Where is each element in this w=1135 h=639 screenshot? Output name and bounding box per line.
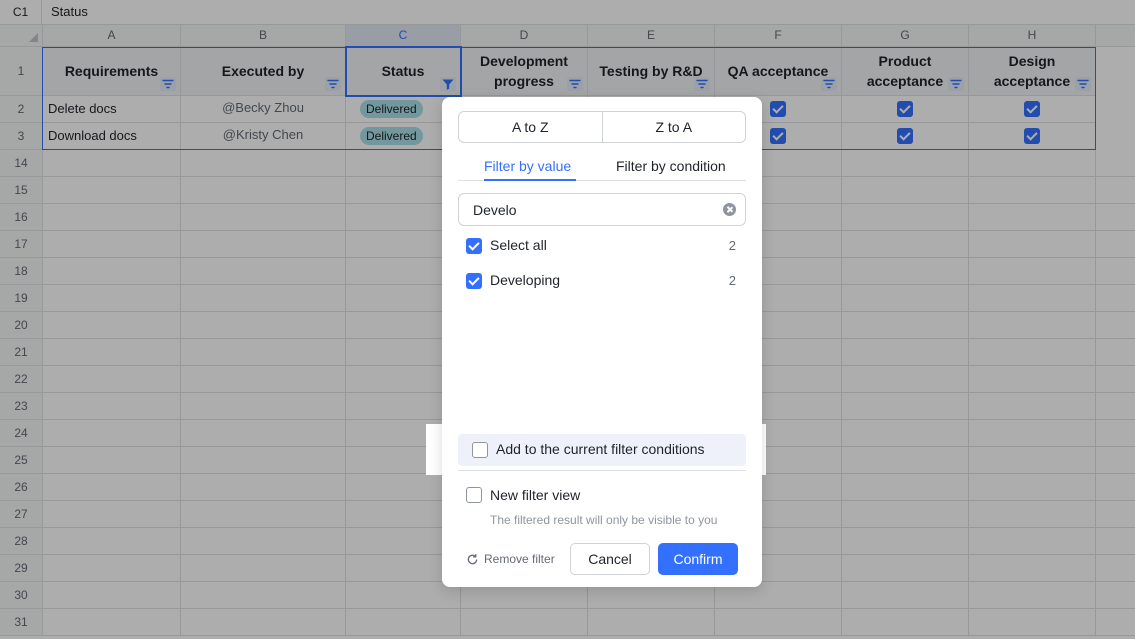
clear-icon[interactable] xyxy=(723,203,736,216)
filter-search-input[interactable] xyxy=(473,200,713,220)
checkbox-unchecked[interactable] xyxy=(472,442,488,458)
tab-filter-by-value[interactable]: Filter by value xyxy=(484,157,571,175)
sort-descending-button[interactable]: Z to A xyxy=(603,112,746,142)
filter-panel: A to Z Z to A Filter by value Filter by … xyxy=(442,97,762,587)
filter-search-field[interactable] xyxy=(458,193,746,226)
sort-button-group: A to Z Z to A xyxy=(458,111,746,143)
checkbox-checked[interactable] xyxy=(466,238,482,254)
add-to-current-filter-option[interactable]: Add to the current filter conditions xyxy=(458,434,746,466)
confirm-button[interactable]: Confirm xyxy=(658,543,738,575)
cancel-button[interactable]: Cancel xyxy=(570,543,650,575)
filter-tabs: Filter by value Filter by condition xyxy=(458,157,746,181)
remove-filter-button[interactable]: Remove filter xyxy=(466,552,555,566)
sort-ascending-button[interactable]: A to Z xyxy=(459,112,603,142)
option-developing[interactable]: Developing 2 xyxy=(466,271,736,291)
tab-filter-by-condition[interactable]: Filter by condition xyxy=(616,157,726,175)
refresh-icon xyxy=(467,553,478,564)
checkbox-checked[interactable] xyxy=(466,273,482,289)
checkbox-unchecked[interactable] xyxy=(466,487,482,503)
divider xyxy=(458,470,746,471)
active-tab-indicator xyxy=(484,179,576,181)
filter-view-hint: The filtered result will only be visible… xyxy=(490,513,718,527)
option-select-all[interactable]: Select all 2 xyxy=(466,236,736,256)
